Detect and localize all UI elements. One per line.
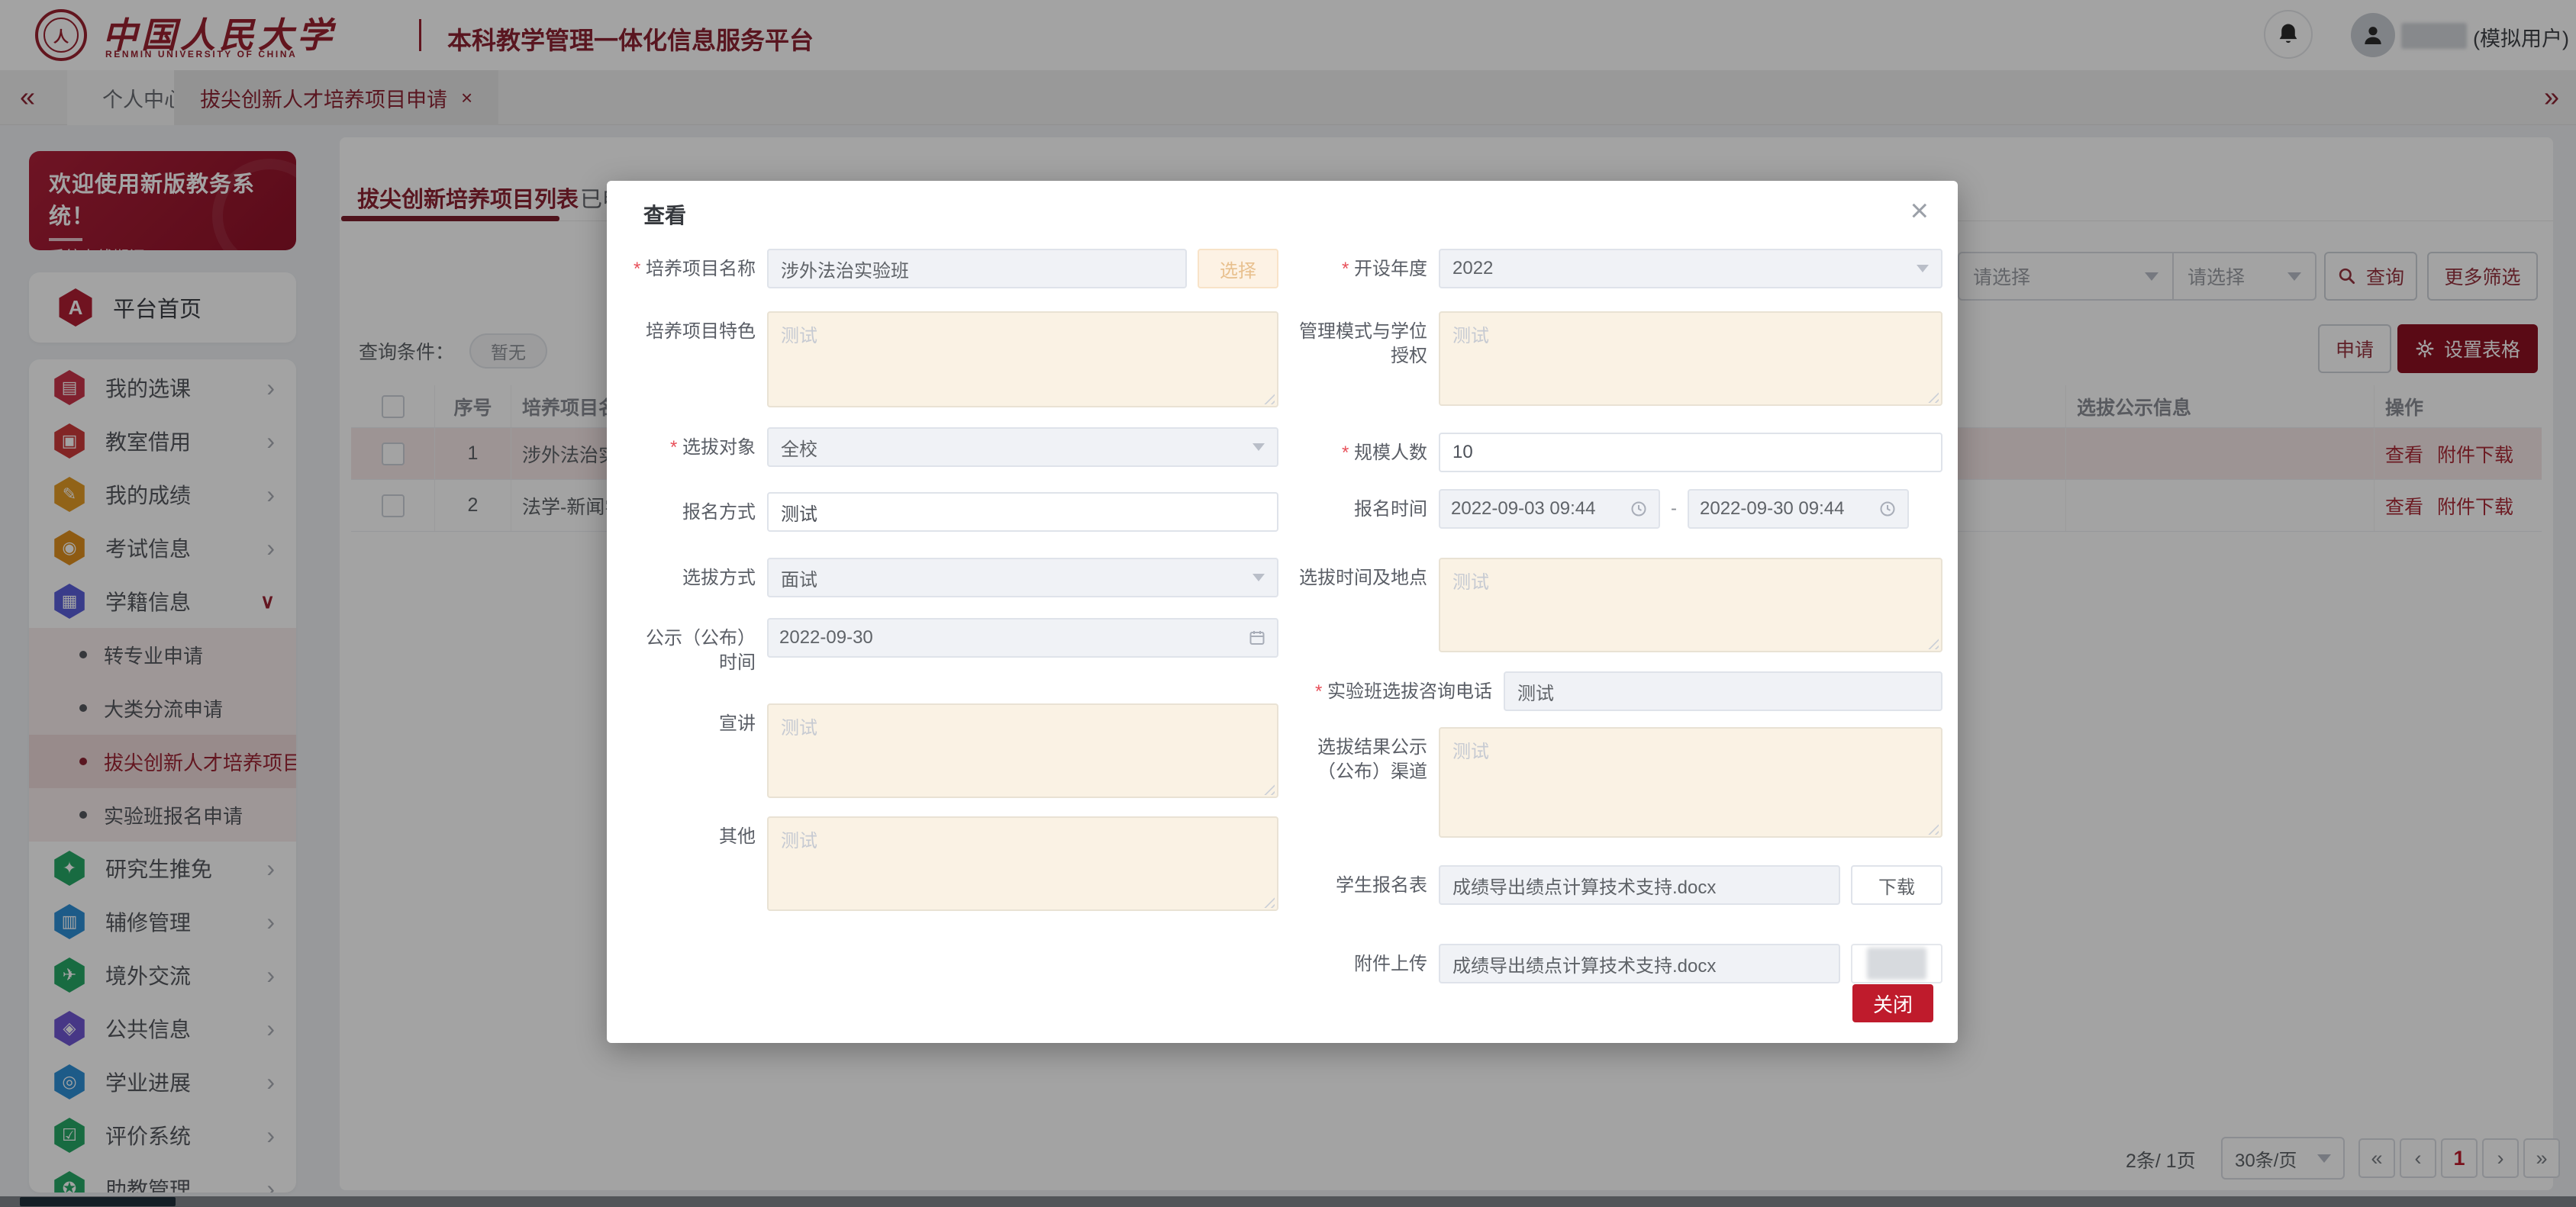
- choose-button[interactable]: 选择: [1198, 249, 1278, 288]
- attachment-action-button[interactable]: [1851, 944, 1942, 983]
- field-label: 开设年度: [1296, 249, 1427, 288]
- field-signup-time: 报名时间 2022-09-03 09:44 - 2022-09-30 09:44: [1296, 489, 1942, 529]
- field-label: 其他: [634, 816, 756, 911]
- field-label: 培养项目名称: [634, 249, 756, 288]
- field-label: 选拔方式: [634, 558, 756, 597]
- field-label: 规模人数: [1296, 433, 1427, 472]
- field-label: 选拔对象: [634, 427, 756, 467]
- selection-target-select[interactable]: 全校: [767, 427, 1278, 467]
- field-result-channel: 选拔结果公示（公布）渠道: [1296, 727, 1942, 838]
- field-scale: 规模人数: [1296, 433, 1942, 472]
- chevron-down-icon: [1253, 443, 1265, 451]
- screen: 人 中国人民大学 RENMIN UNIVERSITY OF CHINA 本科教学…: [0, 0, 2576, 1207]
- field-label: 公示（公布）时间: [634, 618, 756, 658]
- clock-icon: [1630, 500, 1648, 518]
- signup-end-picker[interactable]: 2022-09-30 09:44: [1688, 489, 1909, 529]
- preach-textarea[interactable]: [767, 703, 1278, 798]
- field-selection-method: 选拔方式 面试: [634, 558, 1278, 597]
- consult-phone-input[interactable]: [1504, 671, 1942, 711]
- dialog-close-button[interactable]: 关闭: [1852, 984, 1933, 1022]
- field-label: 实验班选拔咨询电话: [1231, 671, 1492, 711]
- dialog-title: 查看: [643, 199, 686, 230]
- signup-method-input[interactable]: [767, 492, 1278, 532]
- download-button[interactable]: 下载: [1851, 865, 1942, 905]
- datetime-value: 2022-09-30 09:44: [1700, 498, 1845, 520]
- field-label: 报名时间: [1296, 489, 1427, 529]
- view-dialog: 查看 × 培养项目名称 选择 培养项目特色 选拔对象: [607, 181, 1958, 1043]
- project-feature-textarea[interactable]: [767, 311, 1278, 407]
- attachment-file-input[interactable]: [1439, 944, 1840, 983]
- publicity-date-picker[interactable]: 2022-09-30: [767, 618, 1278, 658]
- field-label: 附件上传: [1296, 944, 1427, 983]
- field-label: 选拔时间及地点: [1296, 558, 1427, 652]
- field-label: 培养项目特色: [634, 311, 756, 407]
- field-project-name: 培养项目名称 选择: [634, 249, 1278, 288]
- select-value: 面试: [781, 565, 817, 591]
- field-other: 其他: [634, 816, 1278, 911]
- clock-icon: [1878, 500, 1897, 518]
- student-form-file-input[interactable]: [1439, 865, 1840, 905]
- field-selection-target: 选拔对象 全校: [634, 427, 1278, 467]
- selection-method-select[interactable]: 面试: [767, 558, 1278, 597]
- chevron-down-icon: [1917, 265, 1929, 272]
- field-publicity-time: 公示（公布）时间 2022-09-30: [634, 618, 1278, 658]
- selection-time-place-textarea[interactable]: [1439, 558, 1942, 652]
- calendar-icon: [1248, 629, 1266, 647]
- signup-start-picker[interactable]: 2022-09-03 09:44: [1439, 489, 1660, 529]
- year-select[interactable]: 2022: [1439, 249, 1942, 288]
- select-value: 2022: [1452, 258, 1493, 279]
- field-consult-phone: 实验班选拔咨询电话: [1296, 671, 1942, 711]
- other-textarea[interactable]: [767, 816, 1278, 911]
- redacted-content: [1867, 948, 1926, 980]
- field-preach: 宣讲: [634, 703, 1278, 798]
- date-range-separator: -: [1671, 489, 1677, 529]
- datetime-value: 2022-09-03 09:44: [1451, 498, 1596, 520]
- chevron-down-icon: [1253, 574, 1265, 581]
- field-signup-method: 报名方式: [634, 492, 1278, 532]
- field-attachment: 附件上传: [1296, 944, 1942, 983]
- field-selection-time-place: 选拔时间及地点: [1296, 558, 1942, 652]
- field-label: 学生报名表: [1296, 865, 1427, 905]
- field-project-feature: 培养项目特色: [634, 311, 1278, 407]
- date-value: 2022-09-30: [779, 627, 873, 649]
- mgmt-mode-textarea[interactable]: [1439, 311, 1942, 406]
- dialog-form-left-column: 培养项目名称 选择 培养项目特色 选拔对象 全校: [634, 249, 1278, 911]
- select-value: 全校: [781, 434, 817, 461]
- field-label: 报名方式: [634, 492, 756, 532]
- field-mgmt-mode: 管理模式与学位授权: [1296, 311, 1942, 406]
- project-name-input[interactable]: [767, 249, 1187, 288]
- field-year: 开设年度 2022: [1296, 249, 1942, 288]
- field-student-form: 学生报名表 下载: [1296, 865, 1942, 905]
- result-channel-textarea[interactable]: [1439, 727, 1942, 838]
- field-label: 选拔结果公示（公布）渠道: [1296, 727, 1427, 838]
- scale-input[interactable]: [1439, 433, 1942, 472]
- close-icon[interactable]: ×: [1910, 195, 1929, 227]
- field-label: 管理模式与学位授权: [1296, 311, 1427, 406]
- field-label: 宣讲: [634, 703, 756, 798]
- dialog-form-right-column: 开设年度 2022 管理模式与学位授权 规模人数: [1296, 249, 1942, 983]
